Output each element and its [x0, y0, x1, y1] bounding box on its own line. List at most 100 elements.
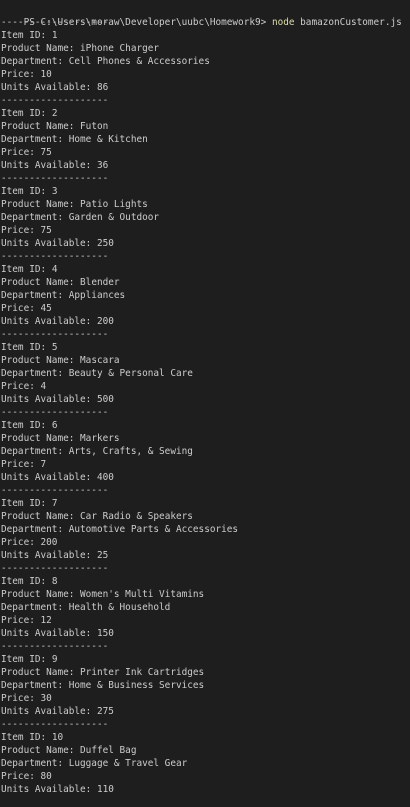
price-line: Price: 200 [0, 536, 410, 549]
product-name-label: Product Name: [1, 433, 81, 444]
item-id-line: Item ID: 6 [0, 419, 410, 432]
price-value: 75 [40, 225, 52, 236]
product-name-line: Product Name: Blender [0, 276, 410, 289]
department-value: Beauty & Personal Care [68, 368, 193, 379]
item-id-value: 8 [51, 576, 58, 587]
units-available-line: Units Available: 500 [0, 393, 410, 406]
department-value: Arts, Crafts, & Sewing [68, 446, 193, 457]
product-name-line: Product Name: Mascara [0, 354, 410, 367]
item-id-label: Item ID: [1, 498, 52, 509]
price-value: 7 [40, 459, 47, 470]
department-line: Department: Arts, Crafts, & Sewing [0, 445, 410, 458]
product-name-label: Product Name: [1, 745, 81, 756]
item-id-value: 2 [51, 108, 58, 119]
price-line: Price: 30 [0, 692, 410, 705]
item-id-value: 1 [51, 30, 58, 41]
units-available-line: Units Available: 250 [0, 237, 410, 250]
price-line: Price: 7 [0, 458, 410, 471]
department-label: Department: [1, 368, 69, 379]
units-available-label: Units Available: [1, 238, 97, 249]
product-name-line: Product Name: iPhone Charger [0, 42, 410, 55]
item-id-label: Item ID: [1, 30, 52, 41]
product-name-line: Product Name: Printer Ink Cartridges [0, 666, 410, 679]
price-line: Price: 10 [0, 68, 410, 81]
product-name-label: Product Name: [1, 43, 81, 54]
product-block: ------------------- Item ID: 3 Product Nam… [0, 172, 410, 250]
price-line: Price: 4 [0, 380, 410, 393]
department-line: Department: Luggage & Travel Gear [0, 757, 410, 770]
price-value: 12 [40, 615, 52, 626]
item-id-line: Item ID: 2 [0, 107, 410, 120]
price-value: 4 [40, 381, 47, 392]
units-available-value: 150 [96, 628, 114, 639]
item-id-label: Item ID: [1, 186, 52, 197]
department-line: Department: Health & Household [0, 601, 410, 614]
department-value: Garden & Outdoor [68, 212, 160, 223]
department-line: Department: Beauty & Personal Care [0, 367, 410, 380]
item-id-value: 4 [51, 264, 58, 275]
units-available-line: Units Available: 400 [0, 471, 410, 484]
price-label: Price: [1, 771, 41, 782]
item-id-value: 9 [51, 654, 58, 665]
units-available-label: Units Available: [1, 316, 97, 327]
department-label: Department: [1, 56, 69, 67]
product-name-label: Product Name: [1, 277, 81, 288]
product-name-value: Car Radio & Speakers [80, 511, 193, 522]
price-line: Price: 75 [0, 146, 410, 159]
units-available-value: 86 [96, 82, 109, 93]
product-name-value: Duffel Bag [80, 745, 137, 756]
product-name-line: Product Name: Car Radio & Speakers [0, 510, 410, 523]
item-id-label: Item ID: [1, 732, 52, 743]
units-available-label: Units Available: [1, 784, 97, 795]
product-block: ------------------- Item ID: 10 Product Na… [0, 718, 410, 796]
product-block: ------------------- Item ID: 9 Product Nam… [0, 640, 410, 718]
price-label: Price: [1, 693, 41, 704]
price-label: Price: [1, 459, 41, 470]
command-prompt-line: PS C:\Users\moraw\Developer\uubc\Homewor… [0, 3, 410, 28]
item-id-line: Item ID: 10 [0, 731, 410, 744]
price-label: Price: [1, 537, 41, 548]
item-id-value: 6 [51, 420, 58, 431]
units-available-label: Units Available: [1, 472, 97, 483]
item-id-line: Item ID: 1 [0, 29, 410, 42]
product-block: ------------------- Item ID: 4 Product Nam… [0, 250, 410, 328]
units-available-value: 200 [96, 316, 114, 327]
product-name-value: Blender [80, 277, 120, 288]
department-value: Luggage & Travel Gear [68, 758, 188, 769]
units-available-line: Units Available: 86 [0, 81, 410, 94]
units-available-value: 36 [96, 160, 109, 171]
terminal-output[interactable]: PS C:\Users\moraw\Developer\uubc\Homewor… [0, 3, 410, 796]
separator-line: ------------------- [1, 563, 109, 574]
units-available-value: 400 [96, 472, 114, 483]
product-name-value: Patio Lights [80, 199, 148, 210]
separator-line: ------------------- [1, 641, 109, 652]
item-id-line: Item ID: 3 [0, 185, 410, 198]
department-label: Department: [1, 524, 69, 535]
prompt-command: node [271, 17, 295, 28]
product-block: ------------------- Item ID: 8 Product Nam… [0, 562, 410, 640]
department-label: Department: [1, 446, 69, 457]
units-available-label: Units Available: [1, 394, 97, 405]
department-value: Home & Kitchen [68, 134, 148, 145]
units-available-line: Units Available: 110 [0, 783, 410, 796]
units-available-value: 500 [96, 394, 114, 405]
product-name-line: Product Name: Women's Multi Vitamins [0, 588, 410, 601]
product-name-label: Product Name: [1, 589, 81, 600]
price-value: 80 [40, 771, 52, 782]
price-label: Price: [1, 225, 41, 236]
units-available-line: Units Available: 150 [0, 627, 410, 640]
price-value: 75 [40, 147, 52, 158]
units-available-value: 25 [96, 550, 109, 561]
price-value: 30 [40, 693, 52, 704]
price-line: Price: 80 [0, 770, 410, 783]
department-line: Department: Home & Business Services [0, 679, 410, 692]
separator-line: ------------------- [1, 719, 109, 730]
product-name-value: Mascara [80, 355, 120, 366]
department-value: Automotive Parts & Accessories [68, 524, 239, 535]
department-label: Department: [1, 212, 69, 223]
product-name-line: Product Name: Duffel Bag [0, 744, 410, 757]
department-line: Department: Automotive Parts & Accessori… [0, 523, 410, 536]
product-name-line: Product Name: Markers [0, 432, 410, 445]
units-available-label: Units Available: [1, 628, 97, 639]
price-line: Price: 12 [0, 614, 410, 627]
